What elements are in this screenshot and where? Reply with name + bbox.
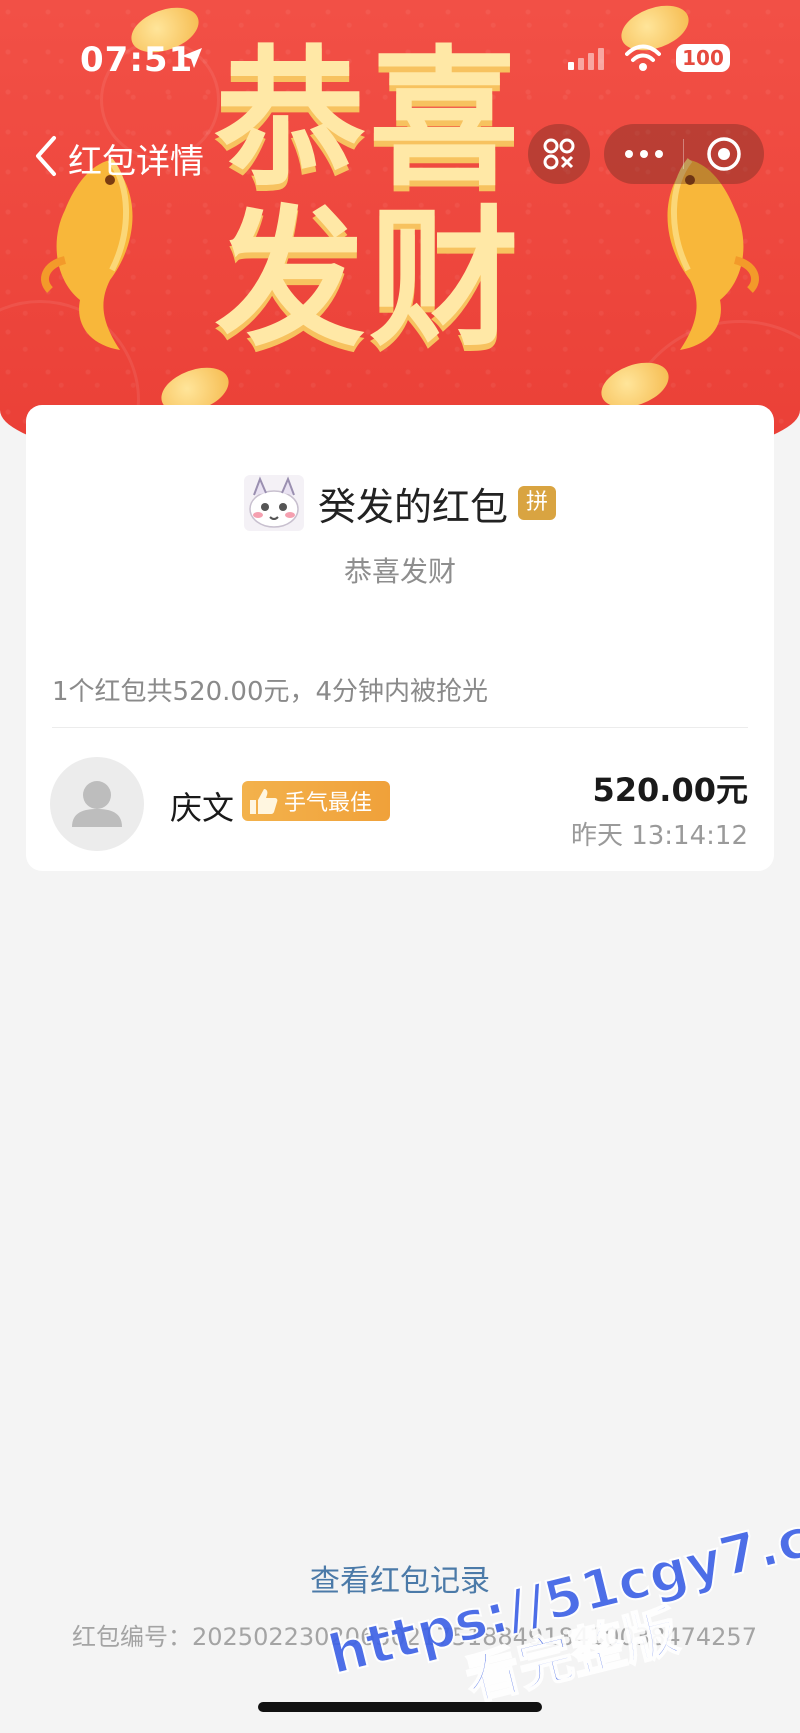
red-packet-card: 癸发的红包 拼 恭喜发财 1个红包共520.00元，4分钟内被抢光 庆文 手气最… (26, 405, 774, 871)
thumb-icon (250, 789, 278, 814)
back-chevron-icon[interactable] (32, 134, 60, 178)
headline-text: 恭喜 发财 (215, 40, 595, 360)
wifi-icon (625, 44, 661, 71)
status-time: 07:51 (80, 40, 194, 80)
person-icon (72, 781, 122, 827)
more-button[interactable] (604, 124, 683, 184)
group-packet-badge: 拼 (518, 486, 556, 520)
blessing-text: 恭喜发财 (343, 555, 456, 588)
receiver-name: 庆文 (170, 789, 235, 827)
nav-bar: 红包详情 (0, 122, 800, 188)
best-luck-badge: 手气最佳 (242, 781, 390, 821)
qr-scan-icon (543, 138, 575, 170)
watermark: https://51cgy7.com 看完整版 (321, 1483, 800, 1733)
sender-avatar[interactable] (243, 475, 304, 531)
red-packet-detail-page: 恭喜 发财 07:51 100 红包详情 癸发的红包 拼 恭喜发财 1个红包共5… (0, 0, 800, 1733)
best-luck-label: 手气最佳 (284, 791, 373, 816)
headline-line: 发财 (215, 193, 524, 367)
close-button[interactable] (684, 124, 763, 184)
signal-icon (568, 48, 604, 70)
location-arrow-icon (182, 48, 202, 68)
mini-program-capsule (604, 124, 764, 184)
packet-summary: 1个红包共520.00元，4分钟内被抢光 (52, 677, 489, 707)
received-time: 昨天 13:14:12 (570, 821, 748, 851)
qr-scan-button[interactable] (528, 124, 590, 184)
sender-row: 癸发的红包 拼 (26, 475, 774, 531)
sender-name: 癸发的红包 (317, 484, 508, 529)
home-indicator[interactable] (258, 1702, 542, 1712)
avatar[interactable] (50, 757, 144, 851)
page-title: 红包详情 (68, 142, 204, 182)
list-item[interactable]: 庆文 手气最佳 520.00元 昨天 13:14:12 (26, 753, 774, 851)
received-amount: 520.00元 (592, 771, 749, 809)
divider (52, 727, 748, 728)
battery-indicator: 100 (676, 44, 730, 72)
close-target-icon (706, 137, 741, 171)
more-dots-icon (624, 150, 663, 158)
status-bar: 07:51 100 (0, 38, 800, 82)
